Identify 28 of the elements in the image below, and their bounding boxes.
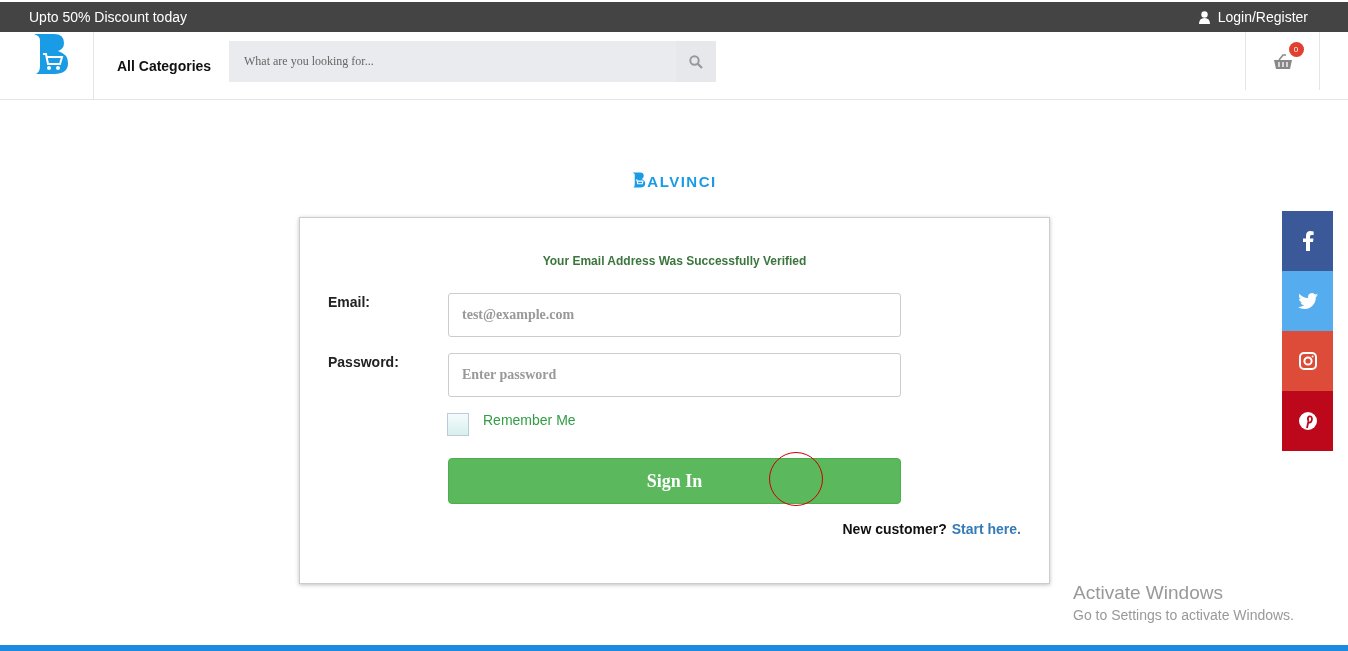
search-icon	[689, 54, 703, 69]
activation-title: Activate Windows	[1073, 582, 1224, 604]
facebook-button[interactable]	[1282, 211, 1333, 271]
all-categories-link[interactable]: All Categories	[117, 57, 229, 74]
facebook-icon	[1301, 231, 1314, 251]
verification-message: Your Email Address Was Successfully Verified	[541, 254, 808, 268]
user-icon	[1198, 10, 1210, 24]
start-here-link[interactable]: Start here.	[951, 521, 1021, 537]
promo-text: Upto 50% Discount today	[29, 9, 187, 25]
cart-count-badge: 0	[1288, 42, 1304, 57]
password-field[interactable]: Enter password	[448, 353, 901, 397]
basket-icon[interactable]	[1272, 54, 1293, 70]
remember-checkbox[interactable]	[447, 413, 469, 436]
pinterest-button[interactable]	[1282, 391, 1333, 451]
field-label: Email:	[328, 293, 371, 312]
new-customer-text: New customer?	[842, 521, 947, 537]
login-register-link[interactable]: Login/Register	[1198, 9, 1308, 25]
field-label: Password:	[328, 353, 400, 372]
pinterest-icon	[1298, 412, 1317, 430]
activation-text: Go to Settings to activate Windows.	[1073, 607, 1294, 623]
bird-icon	[1297, 293, 1318, 309]
sign-in-button[interactable]: Sign In	[448, 458, 901, 504]
email-field[interactable]: test@example.com	[448, 293, 901, 337]
camera-icon	[1298, 352, 1317, 370]
brand-name: ALVINCI	[647, 174, 717, 190]
remember-label[interactable]: Remember Me	[483, 411, 576, 428]
logo-icon	[631, 170, 647, 190]
instagram-button[interactable]	[1282, 331, 1333, 391]
